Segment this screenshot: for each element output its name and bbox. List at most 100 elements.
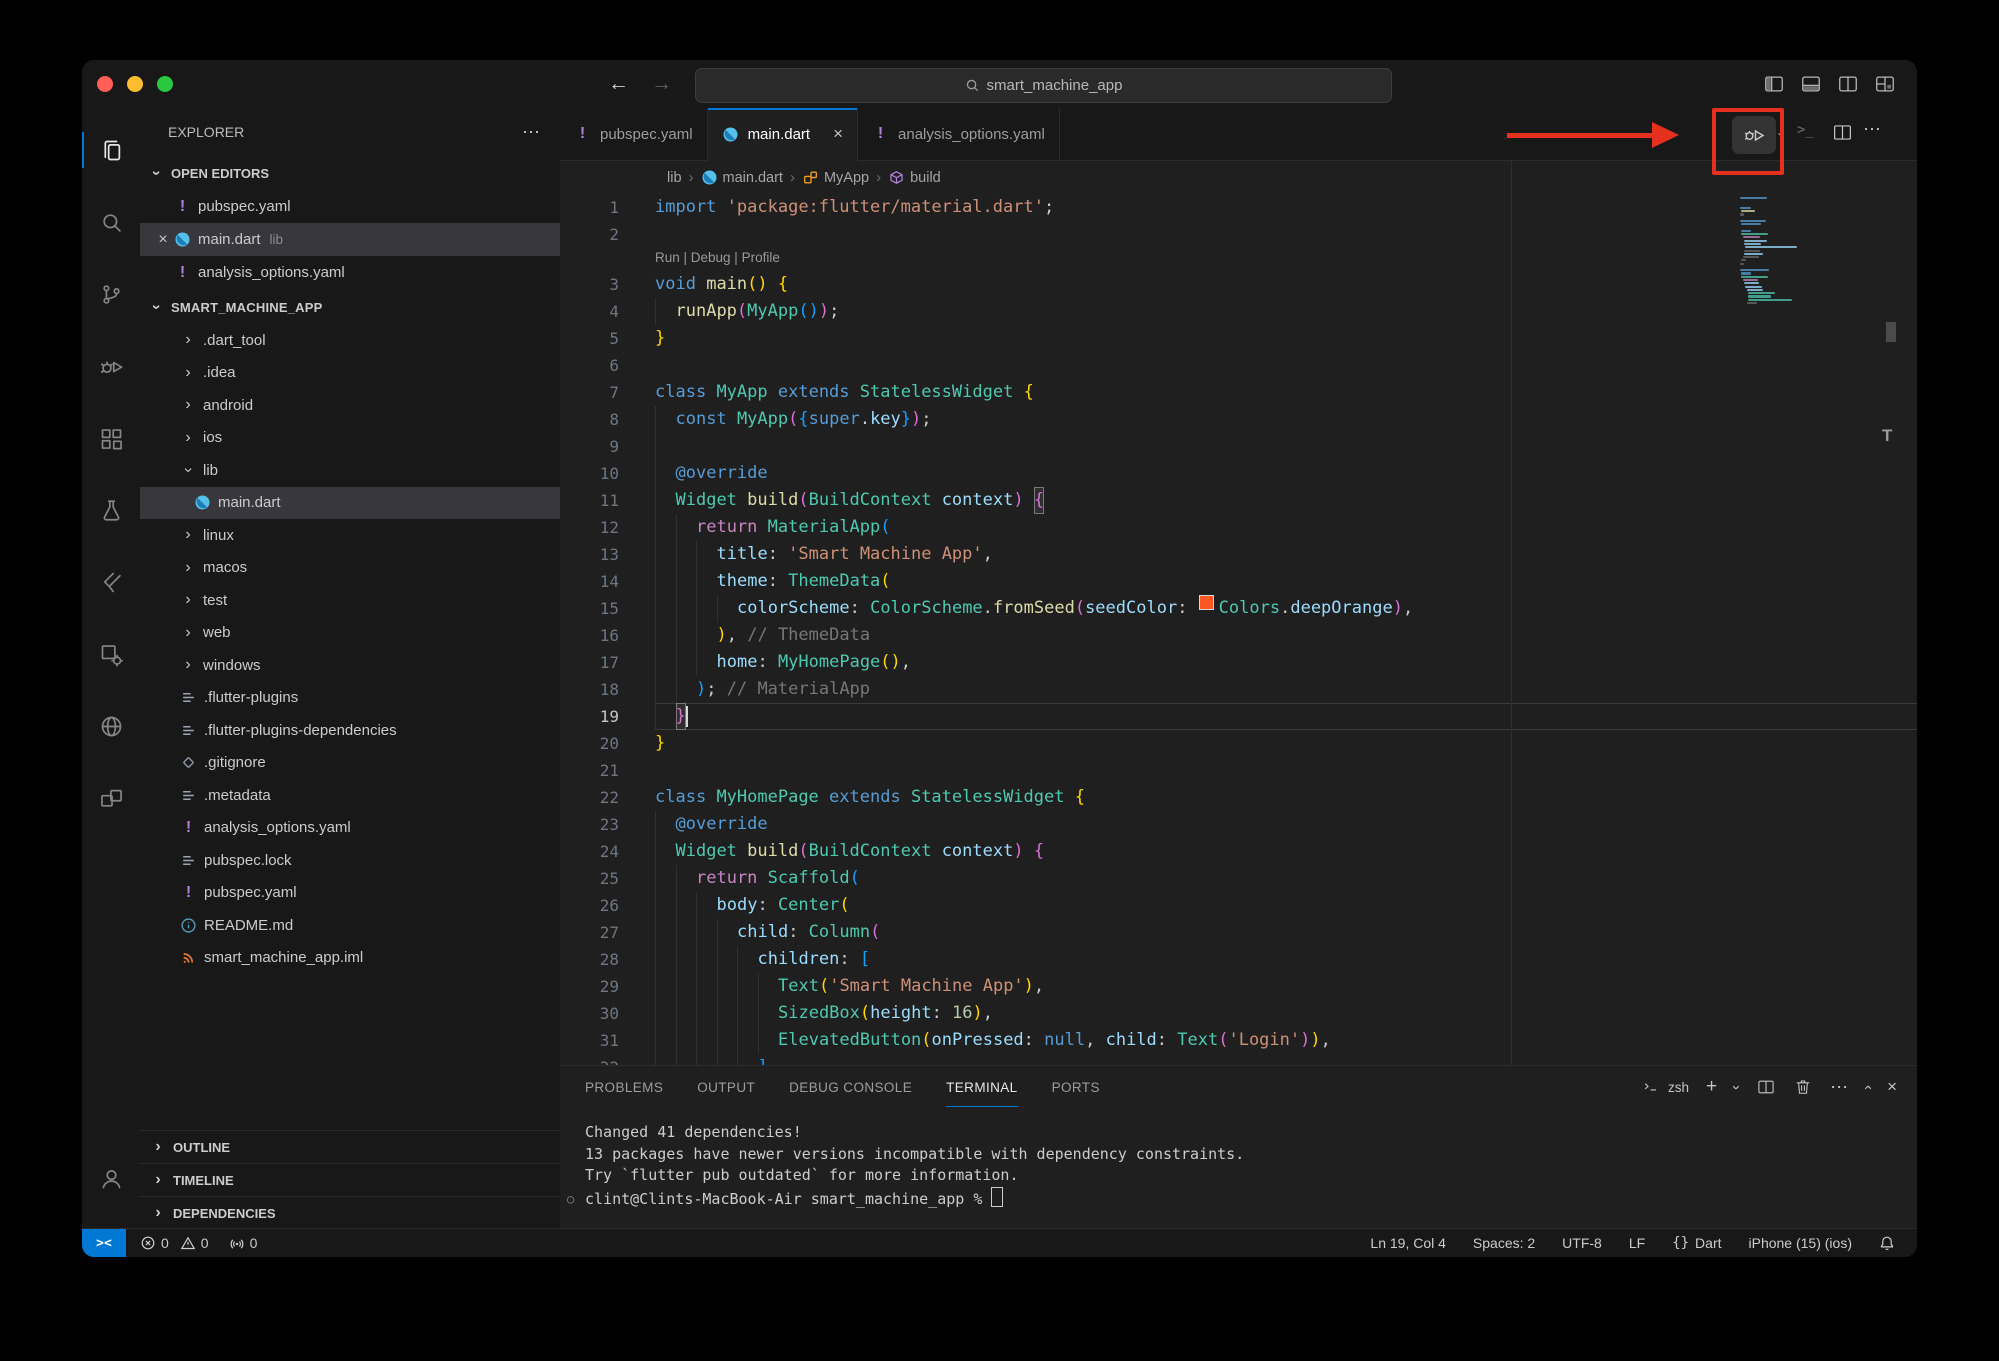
- panel-more-actions-icon[interactable]: ⋯: [1830, 1077, 1848, 1098]
- status-item-ln-19-col-4[interactable]: Ln 19, Col 4: [1370, 1235, 1446, 1251]
- command-center-search[interactable]: smart_machine_app: [695, 68, 1392, 103]
- panel-tab-terminal[interactable]: TERMINAL: [946, 1068, 1017, 1107]
- close-tab-icon[interactable]: ×: [833, 124, 843, 144]
- open-editors-section[interactable]: › OPEN EDITORS: [140, 156, 560, 190]
- code-line-10[interactable]: 10@override: [560, 460, 1917, 487]
- code-line-31[interactable]: 31ElevatedButton(onPressed: null, child:…: [560, 1027, 1917, 1054]
- tree-file-analysis_options.yaml[interactable]: !analysis_options.yaml: [140, 812, 560, 845]
- zoom-window-button[interactable]: [157, 76, 173, 92]
- sidebar-section-outline[interactable]: ›OUTLINE: [140, 1130, 560, 1163]
- code-line-20[interactable]: 20}: [560, 730, 1917, 757]
- code-line-4[interactable]: 4runApp(MyApp());: [560, 298, 1917, 325]
- code-line-30[interactable]: 30SizedBox(height: 16),: [560, 1000, 1917, 1027]
- tree-folder-test[interactable]: ›test: [140, 584, 560, 617]
- code-line-1[interactable]: 1import 'package:flutter/material.dart';: [560, 194, 1917, 221]
- code-line-17[interactable]: 17home: MyHomePage(),: [560, 649, 1917, 676]
- problems-status[interactable]: 0 0: [140, 1235, 209, 1251]
- breadcrumb-myapp[interactable]: MyApp: [802, 169, 869, 186]
- breadcrumb-main-dart[interactable]: main.dart: [701, 169, 783, 186]
- split-terminal-icon[interactable]: [1756, 1077, 1776, 1097]
- tree-folder-linux[interactable]: ›linux: [140, 519, 560, 552]
- panel-tab-problems[interactable]: PROBLEMS: [585, 1068, 663, 1107]
- close-panel-icon[interactable]: ×: [1887, 1077, 1897, 1097]
- tree-folder-lib[interactable]: ›lib: [140, 454, 560, 487]
- back-button[interactable]: ←: [608, 72, 629, 96]
- remote-explorer-icon[interactable]: [82, 772, 140, 824]
- open-editor-item[interactable]: !pubspec.yaml: [140, 190, 560, 223]
- minimap[interactable]: [1740, 197, 1812, 305]
- run-and-debug-icon[interactable]: [82, 340, 140, 392]
- code-line-9[interactable]: 9: [560, 433, 1917, 460]
- tab-pubspec-yaml[interactable]: ! pubspec.yaml: [560, 108, 708, 160]
- ports-status[interactable]: 0: [229, 1235, 258, 1251]
- terminal-dropdown-chevron-icon[interactable]: ›: [1728, 1085, 1745, 1090]
- code-line-24[interactable]: 24Widget build(BuildContext context) {: [560, 838, 1917, 865]
- code-line-19[interactable]: 19}: [560, 703, 1917, 730]
- tree-file-.flutter-plugins-dependencies[interactable]: .flutter-plugins-dependencies: [140, 714, 560, 747]
- panel-tab-output[interactable]: OUTPUT: [697, 1068, 755, 1107]
- code-line-23[interactable]: 23@override: [560, 811, 1917, 838]
- code-line-18[interactable]: 18); // MaterialApp: [560, 676, 1917, 703]
- code-editor[interactable]: 1import 'package:flutter/material.dart';…: [560, 194, 1917, 1065]
- sidebar-section-dependencies[interactable]: ›DEPENDENCIES: [140, 1196, 560, 1229]
- remote-indicator-button[interactable]: ><: [82, 1229, 126, 1257]
- status-item-utf-8[interactable]: UTF-8: [1562, 1235, 1602, 1251]
- tab-analysis-options-yaml[interactable]: ! analysis_options.yaml: [858, 108, 1060, 160]
- explorer-icon[interactable]: [82, 124, 140, 176]
- flutter-outline-icon[interactable]: [82, 556, 140, 608]
- tab-main-dart[interactable]: main.dart ×: [708, 108, 858, 161]
- code-line-12[interactable]: 12return MaterialApp(: [560, 514, 1917, 541]
- status-item-iphone-15-ios-[interactable]: iPhone (15) (ios): [1749, 1235, 1853, 1251]
- code-line-3[interactable]: 3void main() {: [560, 271, 1917, 298]
- terminal-prompt[interactable]: ○clint@Clints-MacBook-Air smart_machine_…: [585, 1187, 1917, 1211]
- project-root-section[interactable]: › SMART_MACHINE_APP: [140, 290, 560, 324]
- panel-tab-debug-console[interactable]: DEBUG CONSOLE: [789, 1068, 912, 1107]
- tree-file-pubspec.yaml[interactable]: !pubspec.yaml: [140, 877, 560, 910]
- code-line-29[interactable]: 29Text('Smart Machine App'),: [560, 973, 1917, 1000]
- split-editor-icon[interactable]: [1832, 122, 1853, 143]
- code-line-21[interactable]: 21: [560, 757, 1917, 784]
- status-item-spaces-2[interactable]: Spaces: 2: [1473, 1235, 1535, 1251]
- code-line-15[interactable]: 15colorScheme: ColorScheme.fromSeed(seed…: [560, 595, 1917, 622]
- code-line-28[interactable]: 28children: [: [560, 946, 1917, 973]
- globe-icon[interactable]: [82, 700, 140, 752]
- code-line-6[interactable]: 6: [560, 352, 1917, 379]
- code-line-25[interactable]: 25return Scaffold(: [560, 865, 1917, 892]
- code-line-32[interactable]: 32],: [560, 1054, 1917, 1065]
- code-line-13[interactable]: 13title: 'Smart Machine App',: [560, 541, 1917, 568]
- project-box-icon[interactable]: [82, 628, 140, 680]
- forward-button[interactable]: →: [651, 72, 672, 96]
- tree-file-.gitignore[interactable]: .gitignore: [140, 747, 560, 780]
- tree-file-.metadata[interactable]: .metadata: [140, 779, 560, 812]
- run-in-terminal-icon[interactable]: >_: [1797, 122, 1814, 138]
- tree-folder-.dart_tool[interactable]: ›.dart_tool: [140, 324, 560, 357]
- status-item-dart[interactable]: {}Dart: [1672, 1235, 1721, 1251]
- customize-layout-icon[interactable]: [1874, 73, 1896, 95]
- more-actions-icon[interactable]: ⋯: [1863, 119, 1881, 140]
- code-line-22[interactable]: 22class MyHomePage extends StatelessWidg…: [560, 784, 1917, 811]
- code-line-2[interactable]: 2: [560, 221, 1917, 248]
- testing-icon[interactable]: [82, 484, 140, 536]
- maximize-panel-chevron-icon[interactable]: ›: [1859, 1085, 1876, 1090]
- open-editor-item[interactable]: ×main.dartlib: [140, 223, 560, 256]
- extensions-icon[interactable]: [82, 412, 140, 464]
- code-line-14[interactable]: 14theme: ThemeData(: [560, 568, 1917, 595]
- minimize-window-button[interactable]: [127, 76, 143, 92]
- account-icon[interactable]: [82, 1152, 140, 1204]
- scrollbar-thumb[interactable]: [1886, 322, 1896, 342]
- code-line-16[interactable]: 16), // ThemeData: [560, 622, 1917, 649]
- tree-folder-macos[interactable]: ›macos: [140, 552, 560, 585]
- toggle-primary-sidebar-icon[interactable]: [1763, 73, 1785, 95]
- tree-file-smart_machine_app.iml[interactable]: smart_machine_app.iml: [140, 942, 560, 975]
- split-editor-layout-icon[interactable]: [1837, 73, 1859, 95]
- tree-file-pubspec.lock[interactable]: pubspec.lock: [140, 844, 560, 877]
- close-window-button[interactable]: [97, 76, 113, 92]
- code-line-11[interactable]: 11Widget build(BuildContext context) {: [560, 487, 1917, 514]
- open-editor-item[interactable]: !analysis_options.yaml: [140, 256, 560, 289]
- code-line-27[interactable]: 27child: Column(: [560, 919, 1917, 946]
- tree-file-README.md[interactable]: README.md: [140, 909, 560, 942]
- code-line-7[interactable]: 7class MyApp extends StatelessWidget {: [560, 379, 1917, 406]
- source-control-icon[interactable]: [82, 268, 140, 320]
- status-item-bell[interactable]: [1879, 1235, 1895, 1251]
- sidebar-section-timeline[interactable]: ›TIMELINE: [140, 1163, 560, 1196]
